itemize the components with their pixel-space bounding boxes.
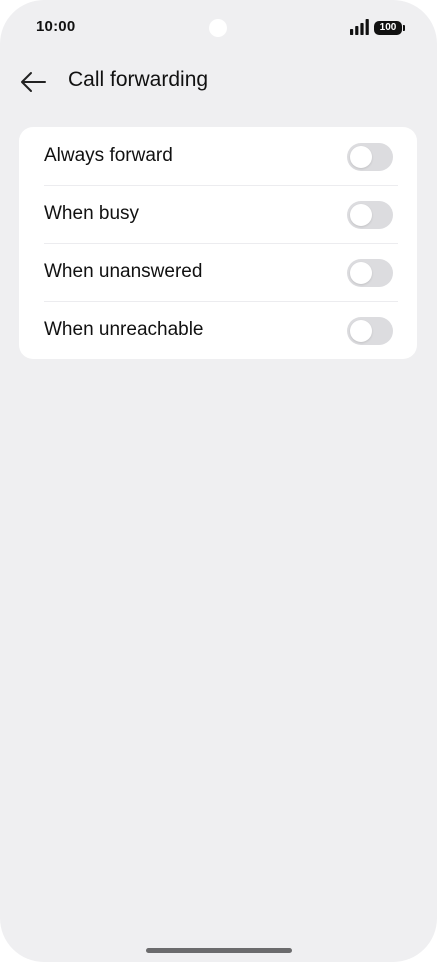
toggle-knob (350, 146, 372, 168)
home-indicator[interactable] (146, 948, 292, 953)
toggle-knob (350, 320, 372, 342)
when-unanswered-toggle[interactable] (347, 259, 393, 287)
setting-label: Always forward (44, 145, 173, 166)
back-button[interactable] (14, 64, 52, 100)
battery-tip (403, 24, 405, 31)
setting-row-when-busy[interactable]: When busy (19, 185, 417, 243)
arrow-left-icon (21, 72, 46, 92)
setting-row-always-forward[interactable]: Always forward (19, 127, 417, 185)
toggle-knob (350, 204, 372, 226)
page-title: Call forwarding (68, 68, 209, 91)
settings-card: Always forward When busy When unanswered… (19, 127, 417, 359)
status-bar: 10:00 100 (0, 0, 437, 56)
screen: 10:00 100 Call forwarding Always forward… (0, 0, 437, 962)
when-unreachable-toggle[interactable] (347, 317, 393, 345)
toggle-knob (350, 262, 372, 284)
setting-row-when-unanswered[interactable]: When unanswered (19, 243, 417, 301)
signal-icon (350, 19, 369, 35)
battery-icon: 100 (374, 20, 405, 35)
app-bar: Call forwarding (0, 56, 437, 108)
always-forward-toggle[interactable] (347, 143, 393, 171)
setting-label: When unreachable (44, 319, 204, 340)
setting-row-when-unreachable[interactable]: When unreachable (19, 301, 417, 359)
front-camera (209, 19, 227, 37)
status-time: 10:00 (36, 18, 76, 35)
setting-label: When unanswered (44, 261, 203, 282)
when-busy-toggle[interactable] (347, 201, 393, 229)
battery-level: 100 (374, 20, 402, 35)
setting-label: When busy (44, 203, 140, 224)
